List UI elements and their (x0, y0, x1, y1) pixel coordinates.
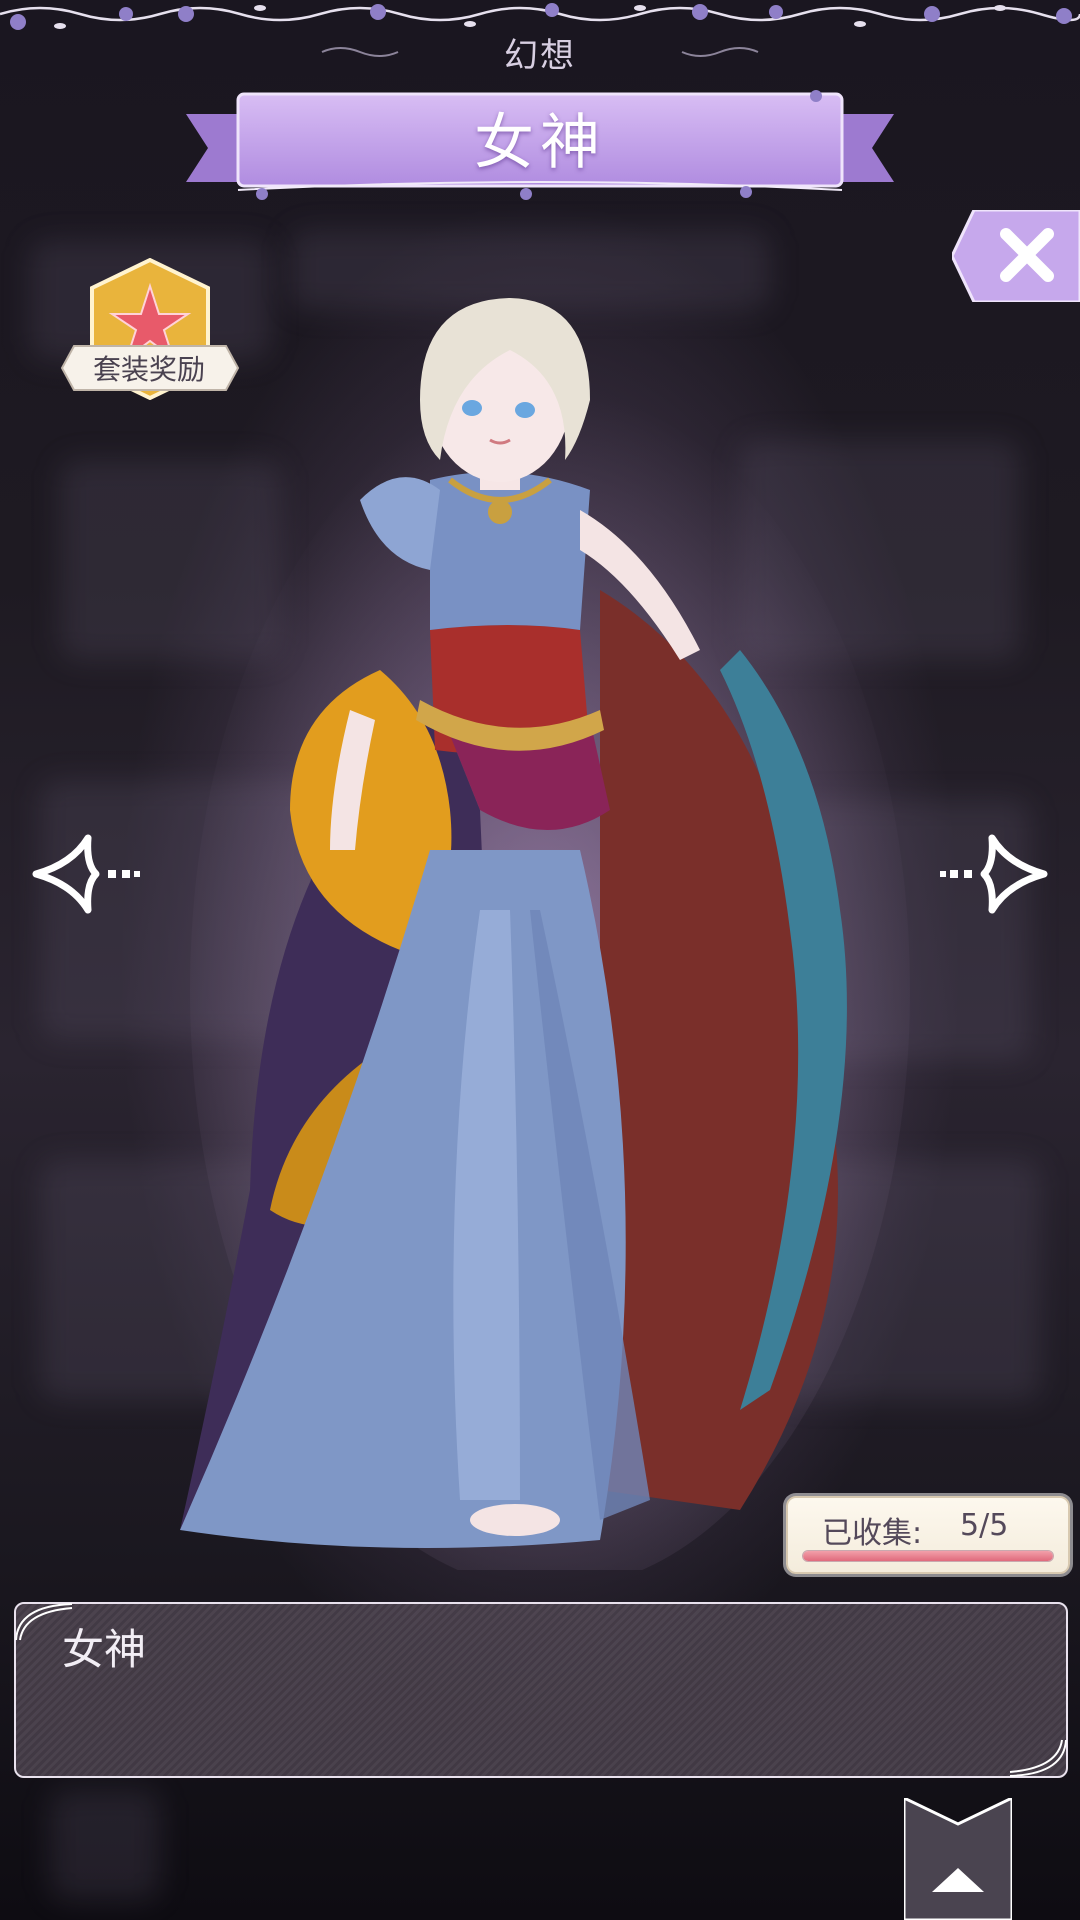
close-button[interactable] (952, 210, 1080, 302)
panel-corner-flourish (1009, 1739, 1067, 1777)
collection-label: 已收集: (822, 1516, 923, 1551)
background-blur-block (50, 1790, 160, 1900)
description-text: 女神 (62, 1625, 147, 1674)
suit-title: 女神 (474, 108, 606, 178)
arrow-right-icon (980, 834, 1048, 914)
arrow-left-icon (32, 834, 100, 914)
collection-progress-bar (802, 1550, 1054, 1562)
next-suit-button[interactable] (938, 834, 1048, 914)
category-title: 幻想 (504, 36, 576, 76)
character-illustration (180, 298, 910, 1570)
expand-tab-button[interactable] (904, 1798, 1012, 1920)
suit-detail-screen: 幻想 女神 套装奖励 已收集: 5/5 女神 (0, 0, 1080, 1920)
collection-progress-fill (803, 1551, 1053, 1561)
collection-count: 5/5 (960, 1508, 1009, 1543)
collection-progress-badge: 已收集: 5/5 (786, 1496, 1070, 1574)
flourish-right-decoration (681, 47, 759, 57)
description-panel: 女神 (14, 1602, 1068, 1778)
prev-suit-button[interactable] (32, 834, 142, 914)
